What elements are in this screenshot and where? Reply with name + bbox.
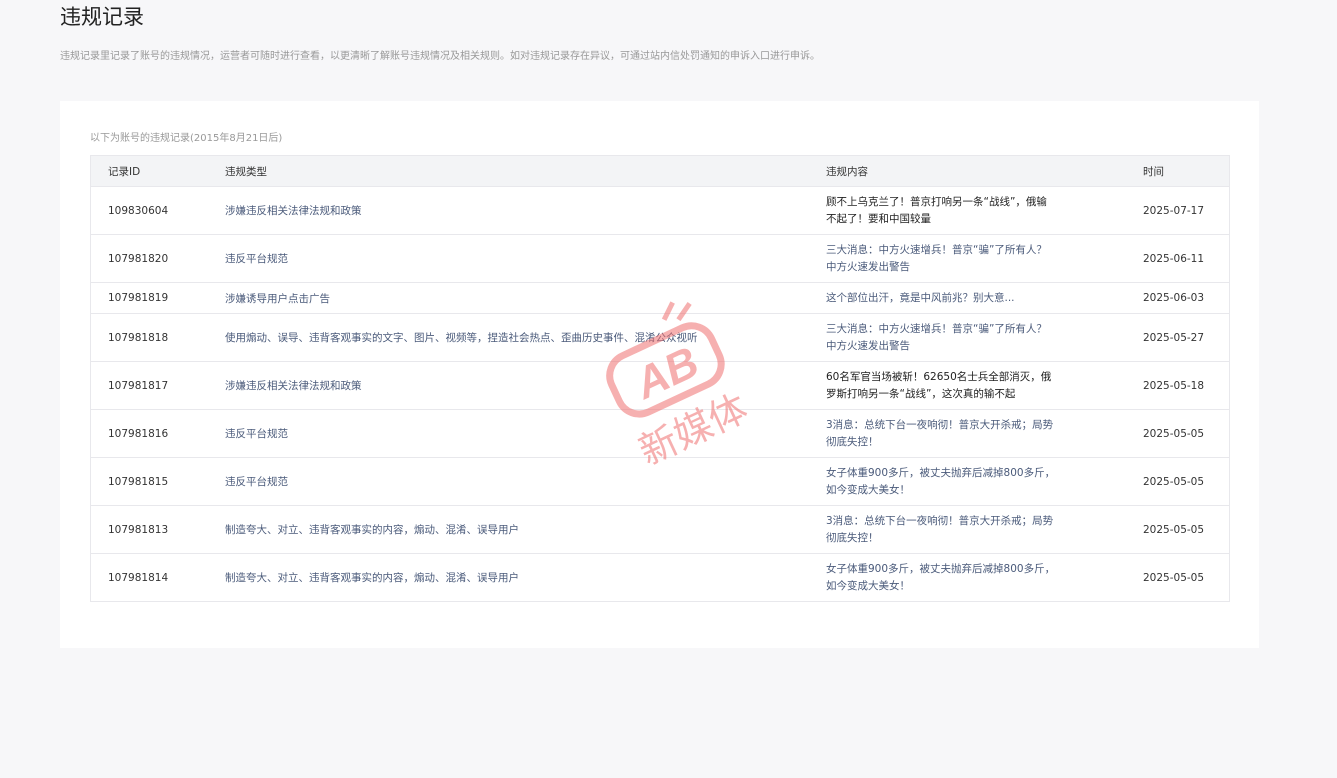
record-time: 2025-05-27 [1143, 313, 1230, 362]
record-content[interactable]: 60名军官当场被斩！62650名士兵全部消灭，俄罗斯打响另一条“战线”，这次真的… [826, 361, 1143, 410]
record-id: 107981820 [90, 234, 225, 283]
table-row: 107981815 违反平台规范 女子体重900多斤，被丈夫抛弃后减掉800多斤… [90, 457, 1230, 506]
record-id: 107981818 [90, 313, 225, 362]
record-type: 涉嫌诱导用户点击广告 [225, 282, 826, 314]
table-row: 107981817 涉嫌违反相关法律法规和政策 60名军官当场被斩！62650名… [90, 361, 1230, 410]
record-type: 违反平台规范 [225, 409, 826, 458]
record-type-text: 违反平台规范 [225, 428, 288, 440]
table-row: 107981814 制造夸大、对立、违背客观事实的内容，煽动、混淆、误导用户 女… [90, 553, 1230, 602]
record-content-link[interactable]: 3消息：总统下台一夜响彻！普京大开杀戒；局势彻底失控！ [826, 513, 1056, 547]
record-id: 107981817 [90, 361, 225, 410]
column-header-content: 违规内容 [826, 155, 1143, 187]
record-type-text: 违反平台规范 [225, 253, 288, 265]
page-title: 违规记录 [60, 5, 144, 29]
column-header-time: 时间 [1143, 155, 1230, 187]
record-type: 涉嫌违反相关法律法规和政策 [225, 361, 826, 410]
record-type-text: 涉嫌违反相关法律法规和政策 [225, 205, 362, 217]
record-time: 2025-06-03 [1143, 282, 1230, 314]
record-time: 2025-07-17 [1143, 186, 1230, 235]
record-id: 107981814 [90, 553, 225, 602]
record-type: 违反平台规范 [225, 457, 826, 506]
record-type: 违反平台规范 [225, 234, 826, 283]
table-row: 107981818 使用煽动、误导、违背客观事实的文字、图片、视频等，捏造社会热… [90, 313, 1230, 362]
record-id: 109830604 [90, 186, 225, 235]
table-row: 107981816 违反平台规范 3消息：总统下台一夜响彻！普京大开杀戒；局势彻… [90, 409, 1230, 458]
record-content-link[interactable]: 60名军官当场被斩！62650名士兵全部消灭，俄罗斯打响另一条“战线”，这次真的… [826, 369, 1056, 403]
record-content[interactable]: 三大消息：中方火速增兵！普京“骗”了所有人？中方火速发出警告 [826, 234, 1143, 283]
record-id: 107981816 [90, 409, 225, 458]
record-type-text: 使用煽动、误导、违背客观事实的文字、图片、视频等，捏造社会热点、歪曲历史事件、混… [225, 332, 698, 344]
record-content-link[interactable]: 3消息：总统下台一夜响彻！普京大开杀戒；局势彻底失控！ [826, 417, 1056, 451]
record-content[interactable]: 三大消息：中方火速增兵！普京“骗”了所有人？中方火速发出警告 [826, 313, 1143, 362]
record-time: 2025-05-05 [1143, 409, 1230, 458]
record-type-text: 涉嫌诱导用户点击广告 [225, 292, 330, 305]
record-time: 2025-05-05 [1143, 457, 1230, 506]
record-content[interactable]: 女子体重900多斤，被丈夫抛弃后减掉800多斤，如今变成大美女！ [826, 553, 1143, 602]
record-time: 2025-05-05 [1143, 553, 1230, 602]
record-content-link[interactable]: 三大消息：中方火速增兵！普京“骗”了所有人？中方火速发出警告 [826, 242, 1056, 276]
record-type: 涉嫌违反相关法律法规和政策 [225, 186, 826, 235]
record-content-link[interactable]: 女子体重900多斤，被丈夫抛弃后减掉800多斤，如今变成大美女！ [826, 465, 1056, 499]
record-time: 2025-05-05 [1143, 505, 1230, 554]
record-type-text: 制造夸大、对立、违背客观事实的内容，煽动、混淆、误导用户 [225, 572, 519, 584]
column-header-type: 违规类型 [225, 155, 826, 187]
records-card: 以下为账号的违规记录(2015年8月21日后) 记录ID 违规类型 违规内容 时… [60, 101, 1259, 648]
record-content-link[interactable]: 顾不上乌克兰了！普京打响另一条“战线”，俄输不起了！要和中国较量 [826, 194, 1056, 228]
record-time: 2025-05-18 [1143, 361, 1230, 410]
page-description: 违规记录里记录了账号的违规情况，运营者可随时进行查看，以更清晰了解账号违规情况及… [60, 51, 820, 62]
record-content[interactable]: 3消息：总统下台一夜响彻！普京大开杀戒；局势彻底失控！ [826, 505, 1143, 554]
table-row: 107981819 涉嫌诱导用户点击广告 这个部位出汗，竟是中风前兆？别大意..… [90, 282, 1230, 314]
records-caption: 以下为账号的违规记录(2015年8月21日后) [90, 133, 283, 144]
record-content-link[interactable]: 女子体重900多斤，被丈夫抛弃后减掉800多斤，如今变成大美女！ [826, 561, 1056, 595]
record-type: 制造夸大、对立、违背客观事实的内容，煽动、混淆、误导用户 [225, 553, 826, 602]
record-type: 制造夸大、对立、违背客观事实的内容，煽动、混淆、误导用户 [225, 505, 826, 554]
record-type-text: 涉嫌违反相关法律法规和政策 [225, 380, 362, 392]
record-content-link[interactable]: 三大消息：中方火速增兵！普京“骗”了所有人？中方火速发出警告 [826, 321, 1056, 355]
record-content-link[interactable]: 这个部位出汗，竟是中风前兆？别大意... [826, 290, 1056, 307]
record-type-text: 制造夸大、对立、违背客观事实的内容，煽动、混淆、误导用户 [225, 524, 519, 536]
record-content[interactable]: 3消息：总统下台一夜响彻！普京大开杀戒；局势彻底失控！ [826, 409, 1143, 458]
table-header-row: 记录ID 违规类型 违规内容 时间 [90, 155, 1230, 187]
record-content[interactable]: 这个部位出汗，竟是中风前兆？别大意... [826, 282, 1143, 314]
violation-records-table: 记录ID 违规类型 违规内容 时间 109830604 涉嫌违反相关法律法规和政… [90, 155, 1230, 602]
record-content[interactable]: 顾不上乌克兰了！普京打响另一条“战线”，俄输不起了！要和中国较量 [826, 186, 1143, 235]
record-type: 使用煽动、误导、违背客观事实的文字、图片、视频等，捏造社会热点、歪曲历史事件、混… [225, 313, 826, 362]
table-row: 107981813 制造夸大、对立、违背客观事实的内容，煽动、混淆、误导用户 3… [90, 505, 1230, 554]
record-id: 107981819 [90, 282, 225, 314]
record-type-text: 违反平台规范 [225, 476, 288, 488]
table-row: 109830604 涉嫌违反相关法律法规和政策 顾不上乌克兰了！普京打响另一条“… [90, 186, 1230, 235]
record-id: 107981813 [90, 505, 225, 554]
record-id: 107981815 [90, 457, 225, 506]
record-time: 2025-06-11 [1143, 234, 1230, 283]
column-header-id: 记录ID [90, 155, 225, 187]
table-row: 107981820 违反平台规范 三大消息：中方火速增兵！普京“骗”了所有人？中… [90, 234, 1230, 283]
record-content[interactable]: 女子体重900多斤，被丈夫抛弃后减掉800多斤，如今变成大美女！ [826, 457, 1143, 506]
